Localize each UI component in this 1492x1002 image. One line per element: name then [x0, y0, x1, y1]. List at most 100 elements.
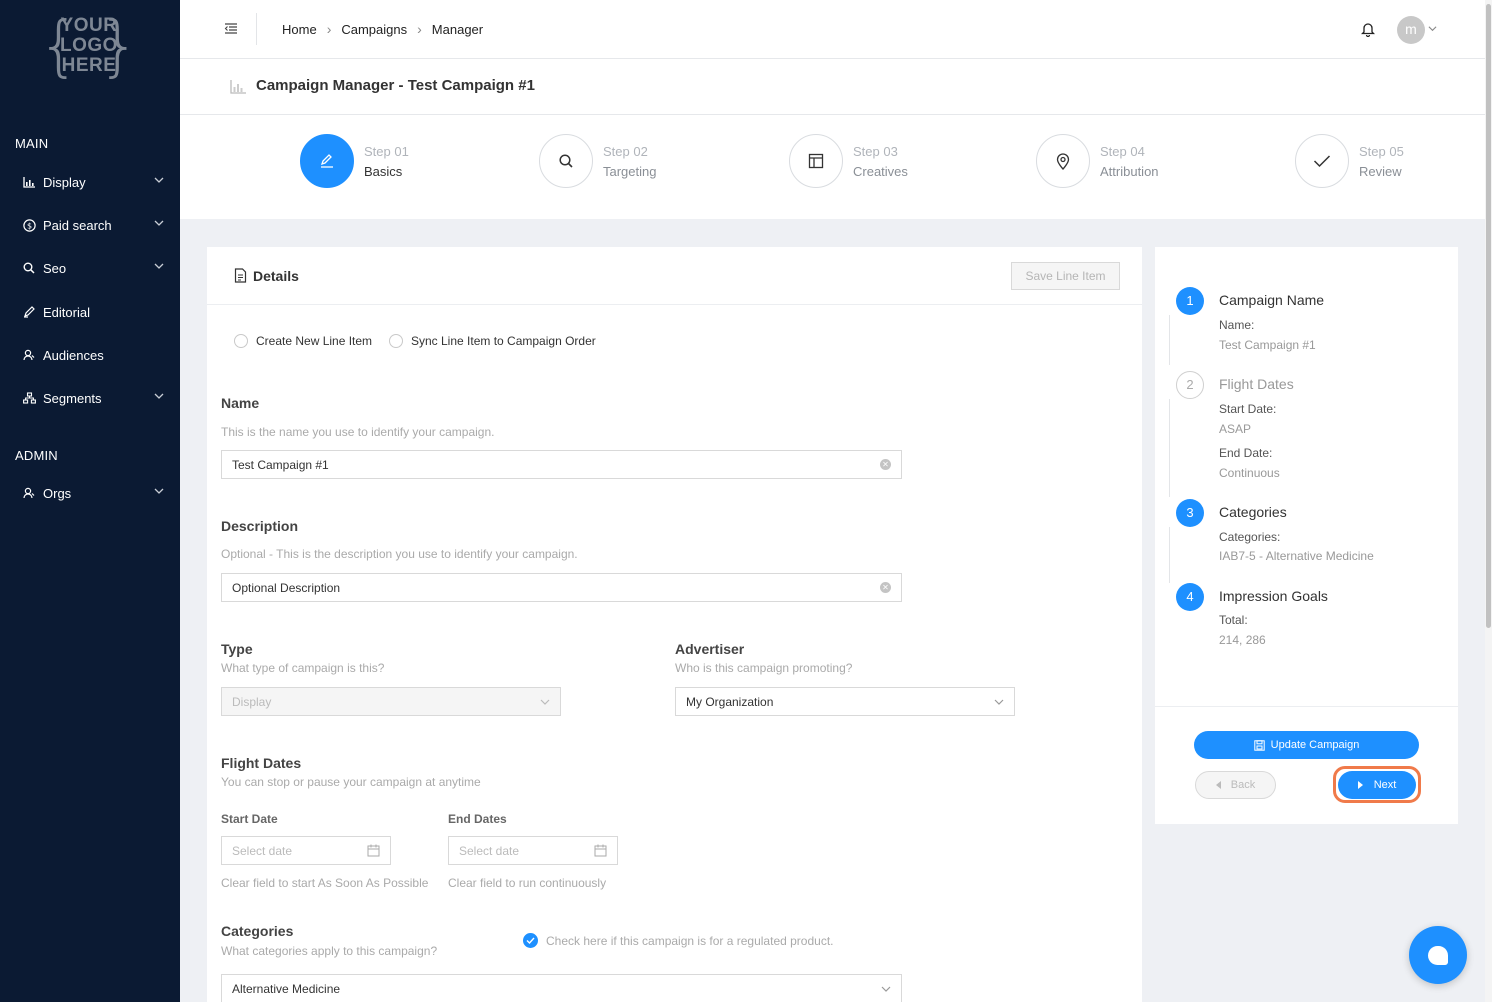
radio-button[interactable] [234, 334, 248, 348]
flight-dates-label: Flight Dates [221, 755, 302, 771]
step-review[interactable]: Step 05 Review [1295, 134, 1404, 188]
summary-value: IAB7-5 - Alternative Medicine [1219, 549, 1374, 563]
save-icon [1253, 739, 1265, 751]
description-label: Description [221, 518, 299, 534]
summary-value: 214, 286 [1219, 633, 1266, 647]
type-label: Type [221, 641, 253, 657]
radio-label: Create New Line Item [256, 334, 373, 348]
summary-value: Continuous [1219, 466, 1280, 480]
radio-sync-line-item[interactable]: Sync Line Item to Campaign Order [389, 334, 596, 348]
clear-icon[interactable]: ✕ [880, 459, 891, 470]
sidebar-item-display[interactable]: Display [0, 167, 180, 197]
advertiser-label: Advertiser [675, 641, 745, 657]
sidebar-item-audiences[interactable]: Audiences [0, 340, 180, 370]
step-number: Step 04 [1100, 143, 1145, 159]
sidebar-item-editorial[interactable]: Editorial [0, 297, 180, 327]
summary-campaign-name: 1 Campaign Name Name: Test Campaign #1 [1176, 287, 1446, 352]
summary-value: ASAP [1219, 422, 1252, 436]
categories-label: Categories [221, 923, 294, 939]
layout-icon [808, 153, 824, 169]
select-value: Display [232, 695, 272, 709]
step-name: Basics [364, 163, 403, 179]
categories-select[interactable]: Alternative Medicine [221, 974, 902, 1002]
brand-logo[interactable]: { YOUR LOGO HERE } [38, 13, 140, 84]
section-label-admin: ADMIN [15, 448, 58, 463]
description-input[interactable]: Optional Description ✕ [221, 573, 902, 602]
chevron-down-icon [994, 699, 1004, 705]
summary-title: Flight Dates [1219, 376, 1294, 392]
campaign-name-input[interactable]: Test Campaign #1 ✕ [221, 450, 902, 479]
menu-toggle-icon[interactable] [224, 22, 238, 36]
chart-icon [230, 80, 246, 94]
dollar-icon: $ [22, 218, 36, 232]
input-placeholder: Select date [459, 844, 520, 858]
advertiser-select[interactable]: My Organization [675, 687, 1015, 716]
caret-right-icon [1357, 781, 1363, 789]
update-campaign-button[interactable]: Update Campaign [1194, 731, 1419, 759]
page-title: Campaign Manager - Test Campaign #1 [256, 77, 535, 94]
step-name: Targeting [603, 163, 657, 179]
bell-icon[interactable] [1361, 21, 1375, 37]
chevron-down-icon [154, 393, 164, 399]
checkmark-icon[interactable] [523, 933, 538, 948]
chevron-down-icon [154, 263, 164, 269]
sidebar-item-label: Audiences [43, 347, 104, 363]
step-basics[interactable]: Step 01 Basics [300, 134, 409, 188]
regulated-product-checkbox[interactable]: Check here if this campaign is for a reg… [523, 933, 833, 948]
chat-widget-button[interactable] [1409, 926, 1467, 984]
sidebar-item-segments[interactable]: Segments [0, 383, 180, 413]
chevron-down-icon [540, 699, 550, 705]
wizard-steps: Step 01 Basics Step 02 Targeting Step 03… [180, 115, 1485, 219]
timeline-connector [1169, 527, 1170, 583]
summary-key: Total: [1219, 613, 1248, 627]
chevron-down-icon [154, 488, 164, 494]
sidebar-item-orgs[interactable]: Orgs [0, 478, 180, 508]
breadcrumb: Home › Campaigns › Manager [282, 21, 483, 37]
avatar[interactable]: m [1397, 16, 1425, 44]
chevron-down-icon[interactable] [1428, 24, 1437, 33]
divider [256, 13, 257, 45]
clear-icon[interactable]: ✕ [880, 582, 891, 593]
details-header: Details Save Line Item [207, 247, 1142, 305]
calendar-icon [594, 844, 607, 857]
sidebar-item-seo[interactable]: Seo [0, 253, 180, 283]
step-creatives[interactable]: Step 03 Creatives [789, 134, 908, 188]
top-bar: Home › Campaigns › Manager m [180, 0, 1485, 59]
summary-title: Impression Goals [1219, 588, 1328, 604]
search-icon [559, 154, 573, 168]
back-button: Back [1195, 771, 1276, 799]
calendar-icon [367, 844, 380, 857]
button-label: Next [1373, 779, 1397, 791]
sidebar-item-paid-search[interactable]: $ Paid search [0, 210, 180, 240]
radio-create-new-line-item[interactable]: Create New Line Item [234, 334, 372, 348]
divider [1155, 706, 1458, 707]
summary-key: Name: [1219, 318, 1255, 332]
breadcrumb-home[interactable]: Home [282, 22, 317, 37]
step-attribution[interactable]: Step 04 Attribution [1036, 134, 1159, 188]
start-date-input[interactable]: Select date [221, 836, 391, 865]
breadcrumb-campaigns[interactable]: Campaigns [341, 22, 407, 37]
button-label: Update Campaign [1270, 739, 1360, 751]
advertiser-help: Who is this campaign promoting? [675, 661, 853, 675]
type-select: Display [221, 687, 561, 716]
step-badge: 3 [1176, 499, 1204, 527]
summary-value: Test Campaign #1 [1219, 338, 1316, 352]
chevron-down-icon [154, 177, 164, 183]
section-label-main: MAIN [15, 136, 49, 151]
sidebar: { YOUR LOGO HERE } MAIN Display $ Paid s… [0, 0, 180, 1002]
end-date-input[interactable]: Select date [448, 836, 618, 865]
timeline-connector [1169, 315, 1170, 365]
next-button[interactable]: Next [1338, 771, 1416, 799]
step-targeting[interactable]: Step 02 Targeting [539, 134, 656, 188]
pen-icon [22, 305, 36, 319]
step-badge: 2 [1176, 371, 1204, 399]
input-value: Test Campaign #1 [232, 458, 329, 472]
scrollbar-thumb[interactable] [1486, 4, 1491, 628]
summary-key: Categories: [1219, 530, 1281, 544]
chevron-down-icon [154, 220, 164, 226]
step-number: Step 03 [853, 143, 898, 159]
radio-button[interactable] [389, 334, 403, 348]
summary-panel: 1 Campaign Name Name: Test Campaign #1 2… [1155, 247, 1458, 824]
page-header: Campaign Manager - Test Campaign #1 [180, 59, 1485, 115]
save-line-item-button[interactable]: Save Line Item [1011, 262, 1120, 290]
